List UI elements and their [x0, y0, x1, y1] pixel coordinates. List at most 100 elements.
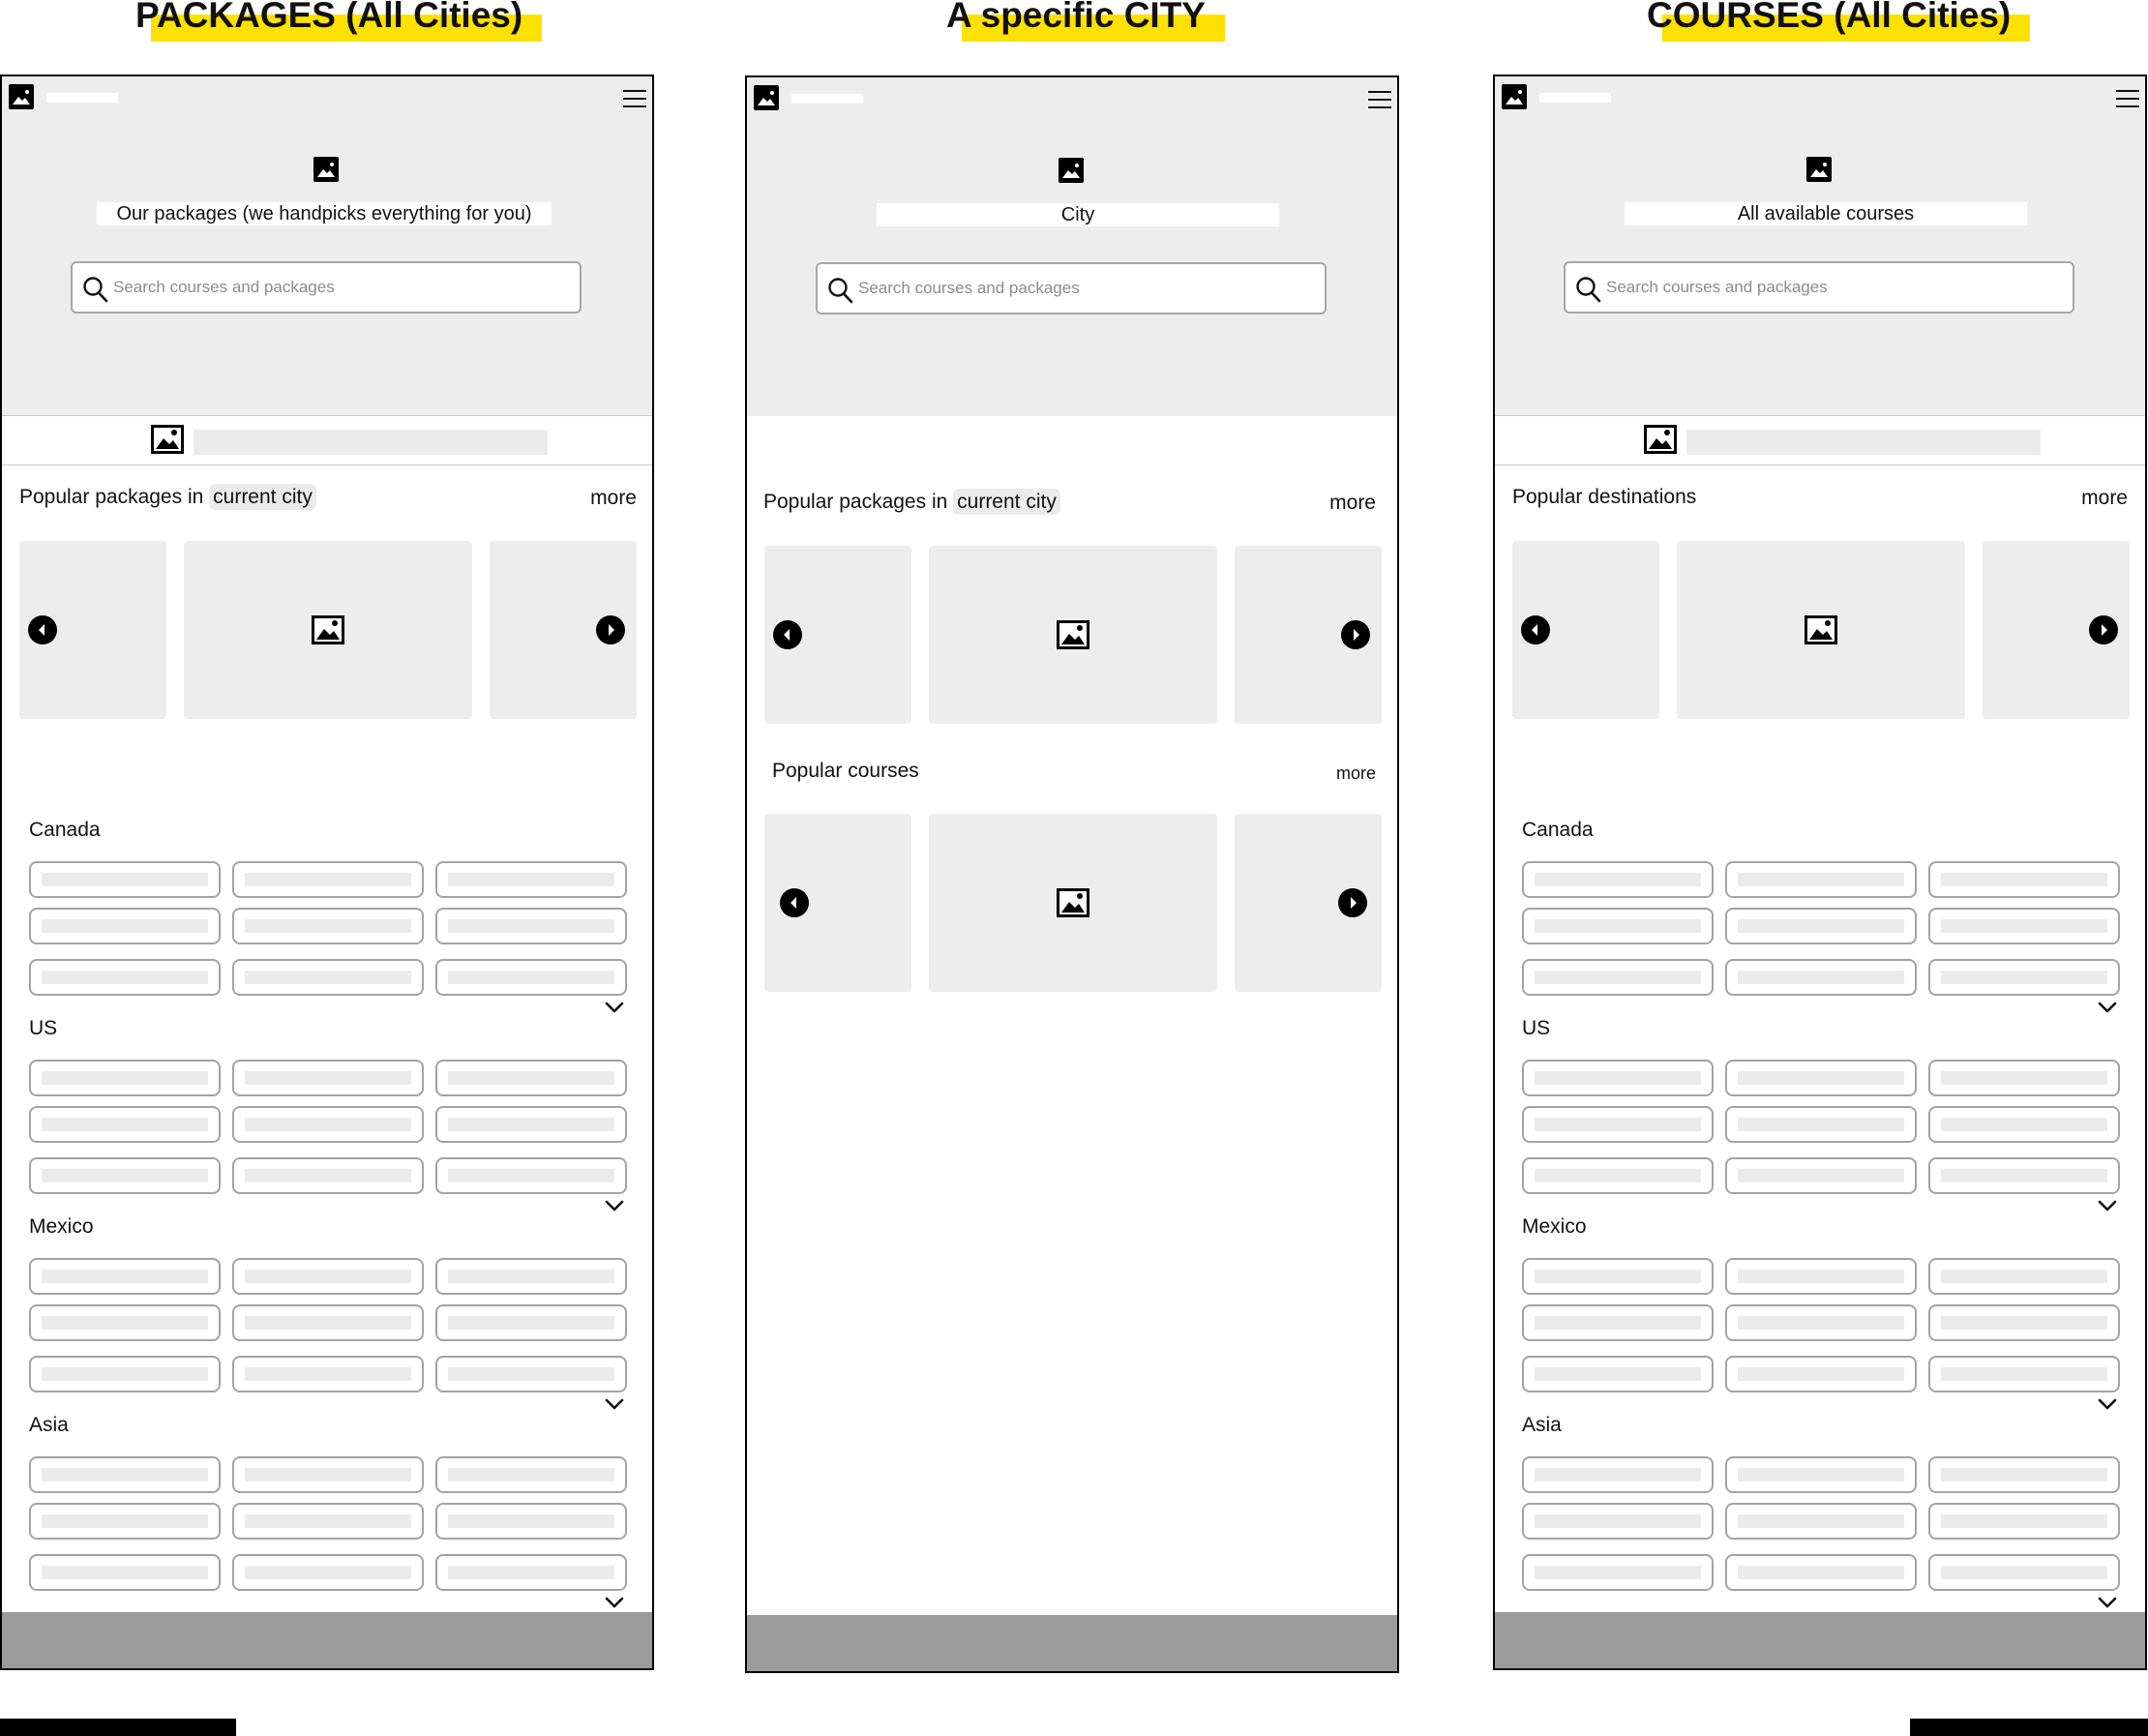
- city-pill[interactable]: [1928, 1503, 2120, 1540]
- city-pill[interactable]: [1725, 1456, 1917, 1493]
- city-pill[interactable]: [1522, 1157, 1714, 1194]
- city-pill[interactable]: [1725, 1106, 1917, 1143]
- city-pill[interactable]: [435, 1304, 627, 1341]
- city-pill[interactable]: [1725, 908, 1917, 944]
- city-pill[interactable]: [435, 959, 627, 996]
- more-link[interactable]: more: [590, 487, 637, 510]
- city-pill[interactable]: [1725, 1304, 1917, 1341]
- city-pill[interactable]: [1522, 1258, 1714, 1295]
- chevron-left-circle-icon[interactable]: [773, 620, 802, 649]
- city-pill[interactable]: [1522, 861, 1714, 898]
- city-pill[interactable]: [29, 861, 221, 898]
- city-pill[interactable]: [1928, 1060, 2120, 1096]
- city-pill[interactable]: [1928, 1106, 2120, 1143]
- city-pill[interactable]: [29, 959, 221, 996]
- carousel-card-main[interactable]: [929, 814, 1217, 992]
- city-pill[interactable]: [1928, 1356, 2120, 1392]
- city-pill[interactable]: [232, 1503, 424, 1540]
- city-pill[interactable]: [29, 1157, 221, 1194]
- city-pill[interactable]: [232, 1258, 424, 1295]
- city-pill[interactable]: [1725, 1258, 1917, 1295]
- city-pill[interactable]: [1522, 1356, 1714, 1392]
- city-pill[interactable]: [232, 1304, 424, 1341]
- city-pill[interactable]: [435, 1258, 627, 1295]
- city-pill[interactable]: [1928, 908, 2120, 944]
- city-pill[interactable]: [1725, 1157, 1917, 1194]
- logo-image-icon[interactable]: [9, 84, 34, 109]
- city-pill[interactable]: [435, 1106, 627, 1143]
- more-link[interactable]: more: [2081, 487, 2128, 510]
- chevron-down-icon[interactable]: [604, 1596, 625, 1609]
- city-pill[interactable]: [1522, 1503, 1714, 1540]
- city-pill[interactable]: [1928, 1554, 2120, 1591]
- city-pill[interactable]: [29, 1106, 221, 1143]
- search-bar[interactable]: [71, 261, 582, 314]
- city-pill[interactable]: [29, 1554, 221, 1591]
- chevron-right-circle-icon[interactable]: [1341, 620, 1370, 649]
- chevron-right-circle-icon[interactable]: [1338, 888, 1367, 917]
- current-city-chip[interactable]: current city: [209, 484, 316, 510]
- city-pill[interactable]: [232, 1456, 424, 1493]
- courses-more-link[interactable]: more: [1336, 763, 1376, 784]
- city-pill[interactable]: [232, 861, 424, 898]
- chevron-down-icon[interactable]: [604, 1397, 625, 1411]
- chevron-down-icon[interactable]: [2097, 1397, 2118, 1411]
- city-pill[interactable]: [29, 1060, 221, 1096]
- city-pill[interactable]: [1522, 1456, 1714, 1493]
- chevron-left-circle-icon[interactable]: [28, 615, 57, 644]
- city-pill[interactable]: [232, 1060, 424, 1096]
- city-pill[interactable]: [1725, 861, 1917, 898]
- city-pill[interactable]: [435, 1456, 627, 1493]
- city-pill[interactable]: [1928, 959, 2120, 996]
- city-pill[interactable]: [435, 908, 627, 944]
- promo-banner[interactable]: [2, 415, 652, 465]
- city-pill[interactable]: [232, 1106, 424, 1143]
- city-pill[interactable]: [29, 1258, 221, 1295]
- city-pill[interactable]: [1725, 1356, 1917, 1392]
- city-pill[interactable]: [435, 1060, 627, 1096]
- city-pill[interactable]: [1725, 1503, 1917, 1540]
- city-pill[interactable]: [1725, 959, 1917, 996]
- current-city-chip[interactable]: current city: [953, 489, 1060, 515]
- city-pill[interactable]: [1522, 959, 1714, 996]
- carousel-card-main[interactable]: [929, 546, 1217, 724]
- chevron-down-icon[interactable]: [2097, 1001, 2118, 1014]
- city-pill[interactable]: [435, 1554, 627, 1591]
- hamburger-menu-icon[interactable]: [2116, 90, 2139, 108]
- hamburger-menu-icon[interactable]: [623, 90, 646, 108]
- city-pill[interactable]: [1725, 1554, 1917, 1591]
- city-pill[interactable]: [29, 1456, 221, 1493]
- city-pill[interactable]: [1928, 861, 2120, 898]
- city-pill[interactable]: [232, 1554, 424, 1591]
- city-pill[interactable]: [232, 1157, 424, 1194]
- city-pill[interactable]: [435, 1157, 627, 1194]
- more-link[interactable]: more: [1329, 492, 1376, 515]
- city-pill[interactable]: [29, 1503, 221, 1540]
- search-bar[interactable]: [1564, 261, 2074, 314]
- search-input[interactable]: [1606, 275, 2051, 300]
- city-pill[interactable]: [232, 1356, 424, 1392]
- hamburger-menu-icon[interactable]: [1368, 91, 1391, 109]
- search-input[interactable]: [113, 275, 558, 300]
- city-pill[interactable]: [1928, 1304, 2120, 1341]
- city-pill[interactable]: [29, 1356, 221, 1392]
- city-pill[interactable]: [1928, 1258, 2120, 1295]
- city-pill[interactable]: [1522, 1106, 1714, 1143]
- city-pill[interactable]: [1928, 1157, 2120, 1194]
- city-pill[interactable]: [1522, 908, 1714, 944]
- city-pill[interactable]: [1522, 1060, 1714, 1096]
- chevron-left-circle-icon[interactable]: [1521, 615, 1550, 644]
- chevron-right-circle-icon[interactable]: [2089, 615, 2118, 644]
- city-pill[interactable]: [435, 861, 627, 898]
- carousel-card-main[interactable]: [1677, 541, 1965, 719]
- search-input[interactable]: [858, 276, 1303, 301]
- chevron-down-icon[interactable]: [2097, 1596, 2118, 1609]
- chevron-right-circle-icon[interactable]: [596, 615, 625, 644]
- carousel-card-main[interactable]: [184, 541, 472, 719]
- city-pill[interactable]: [1522, 1304, 1714, 1341]
- chevron-left-circle-icon[interactable]: [780, 888, 809, 917]
- city-pill[interactable]: [1522, 1554, 1714, 1591]
- chevron-down-icon[interactable]: [604, 1199, 625, 1212]
- city-pill[interactable]: [29, 908, 221, 944]
- city-pill[interactable]: [1928, 1456, 2120, 1493]
